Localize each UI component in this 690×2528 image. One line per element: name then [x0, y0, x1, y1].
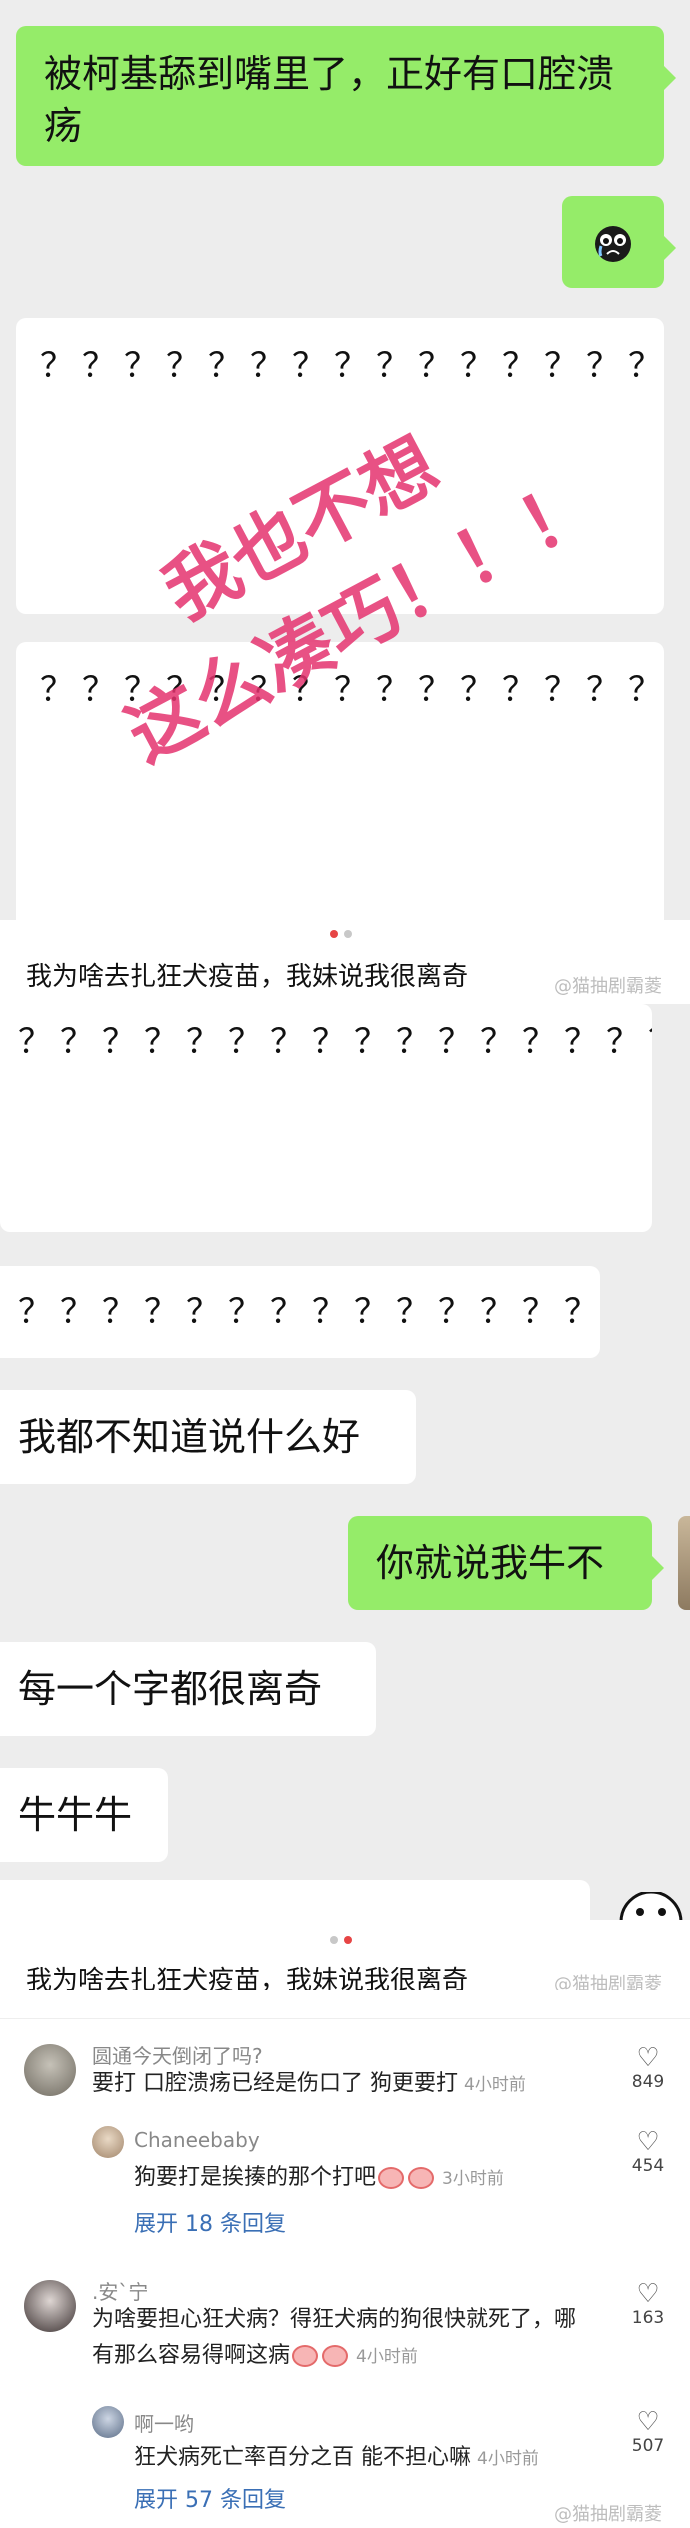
message-bubble-other-every-word[interactable]: 每一个字都很离奇	[0, 1642, 376, 1736]
message-bubble-other-question-marks-3[interactable]: ？？？？？？？？？？？？？？？？？？？？？？？？？？？？？？？？？？？？？？？？…	[0, 1004, 652, 1232]
message-text: 每一个字都很离奇	[18, 1667, 323, 1711]
comment-text-2: 为啥要担心狂犬病？得狂犬病的狗很快就死了，哪 有那么容易得啊这病 4小时前	[92, 2302, 612, 2375]
message-bubble-other-question-marks-4[interactable]: ？？？？？？？？？？？？？？	[0, 1266, 600, 1358]
message-text: ？？？？？？？？？？？？？？？？？？？？？？？？？？？？？？？？？？？？？？？？…	[18, 1022, 652, 1062]
message-text: 牛牛牛	[18, 1793, 133, 1837]
carousel-dot	[344, 930, 352, 938]
watermark-1: @猫抽剧霸菱	[554, 976, 662, 997]
comment-username-1[interactable]: 圆通今天倒闭了吗?	[92, 2040, 263, 2069]
heart-icon: ♡	[636, 2279, 660, 2309]
comment-text-1: 要打 口腔溃疡已经是伤口了 狗更要打 4小时前	[92, 2066, 526, 2103]
message-text: 我都不知道说什么好	[18, 1415, 361, 1459]
avatar-self-partial[interactable]	[678, 1516, 690, 1610]
avatar-comment-1[interactable]	[24, 2044, 76, 2096]
reply-text-1: 狗要打是挨揍的那个打吧 3小时前	[134, 2160, 504, 2197]
reply-body: 狗要打是挨揍的那个打吧	[134, 2165, 377, 2190]
like-button-comment-2[interactable]: ♡ 163	[628, 2280, 668, 2328]
comment-time: 4小时前	[356, 2347, 418, 2367]
avatar-reply-1[interactable]	[92, 2126, 124, 2158]
reply-username-2[interactable]: 啊一哟	[134, 2408, 194, 2437]
avatar-reply-2[interactable]	[92, 2406, 124, 2438]
reply-body: 狂犬病死亡率百分之百 能不担心嘛	[134, 2445, 471, 2470]
carousel-dots-2	[330, 1936, 352, 1944]
carousel-dot	[330, 1936, 338, 1944]
divider	[0, 2018, 690, 2019]
reply-time: 4小时前	[477, 2449, 539, 2469]
post-title-1: 我为啥去扎狂犬疫苗，我妹说我很离奇	[26, 962, 469, 992]
comment-body: 要打 口腔溃疡已经是伤口了 狗更要打	[92, 2071, 458, 2096]
emoji-icon	[378, 2167, 405, 2189]
message-bubble-self-niubu[interactable]: 你就说我牛不	[348, 1516, 664, 1610]
like-button-reply-1[interactable]: ♡ 454	[628, 2128, 668, 2176]
comments-section: 圆通今天倒闭了吗? 要打 口腔溃疡已经是伤口了 狗更要打 4小时前 ♡ 849 C…	[0, 1990, 690, 2528]
like-count: 507	[631, 2436, 665, 2456]
like-count: 849	[631, 2072, 665, 2092]
message-bubble-self-1[interactable]: 被柯基舔到嘴里了，正好有口腔溃疡	[16, 26, 676, 166]
heart-icon: ♡	[636, 2043, 660, 2073]
heart-icon: ♡	[636, 2127, 660, 2157]
heart-icon: ♡	[636, 2407, 660, 2437]
message-bubble-other-dont-know[interactable]: 我都不知道说什么好	[0, 1390, 416, 1484]
message-text: ？？？？？？？？？？？？？？	[18, 1292, 606, 1332]
like-count: 163	[631, 2308, 665, 2328]
comment-body-line-1: 为啥要担心狂犬病？得狂犬病的狗很快就死了，哪	[92, 2307, 577, 2332]
comment-body-line-2: 有那么容易得啊这病	[92, 2343, 291, 2368]
emoji-icon	[322, 2345, 349, 2367]
expand-replies-2[interactable]: 展开 57 条回复	[134, 2482, 286, 2514]
message-text: 被柯基舔到嘴里了，正好有口腔溃疡	[44, 52, 615, 148]
smiley-emoji-icon	[619, 1892, 683, 1922]
message-text: ？？？？？？？？？？？？？？？？？？？？？？？？？？？？？？？？？？？？？？？？…	[40, 346, 664, 386]
message-text: 你就说我牛不	[376, 1541, 605, 1585]
like-button-reply-2[interactable]: ♡ 507	[628, 2408, 668, 2456]
message-bubble-other-partial[interactable]	[0, 1880, 590, 1920]
expand-replies-1[interactable]: 展开 18 条回复	[134, 2206, 286, 2238]
emoji-icon	[408, 2167, 435, 2189]
like-button-comment-1[interactable]: ♡ 849	[628, 2044, 668, 2092]
message-bubble-other-niuniuniu[interactable]: 牛牛牛	[0, 1768, 168, 1862]
emoji-icon	[292, 2345, 319, 2367]
sticker-bubble-self[interactable]	[562, 196, 676, 288]
comment-time: 4小时前	[464, 2075, 526, 2095]
carousel-dot-active	[330, 930, 338, 938]
carousel-dot-active	[344, 1936, 352, 1944]
carousel-dots-1	[330, 930, 352, 938]
watermark-3: @猫抽剧霸菱	[554, 2504, 662, 2525]
reply-time: 3小时前	[442, 2169, 504, 2189]
crying-sticker-icon	[595, 226, 631, 262]
reply-username-1[interactable]: Chaneebaby	[134, 2128, 260, 2152]
reply-text-2: 狂犬病死亡率百分之百 能不担心嘛 4小时前	[134, 2440, 539, 2477]
like-count: 454	[631, 2156, 665, 2176]
comment-username-2[interactable]: .安`宁	[92, 2276, 148, 2305]
avatar-comment-2[interactable]	[24, 2280, 76, 2332]
